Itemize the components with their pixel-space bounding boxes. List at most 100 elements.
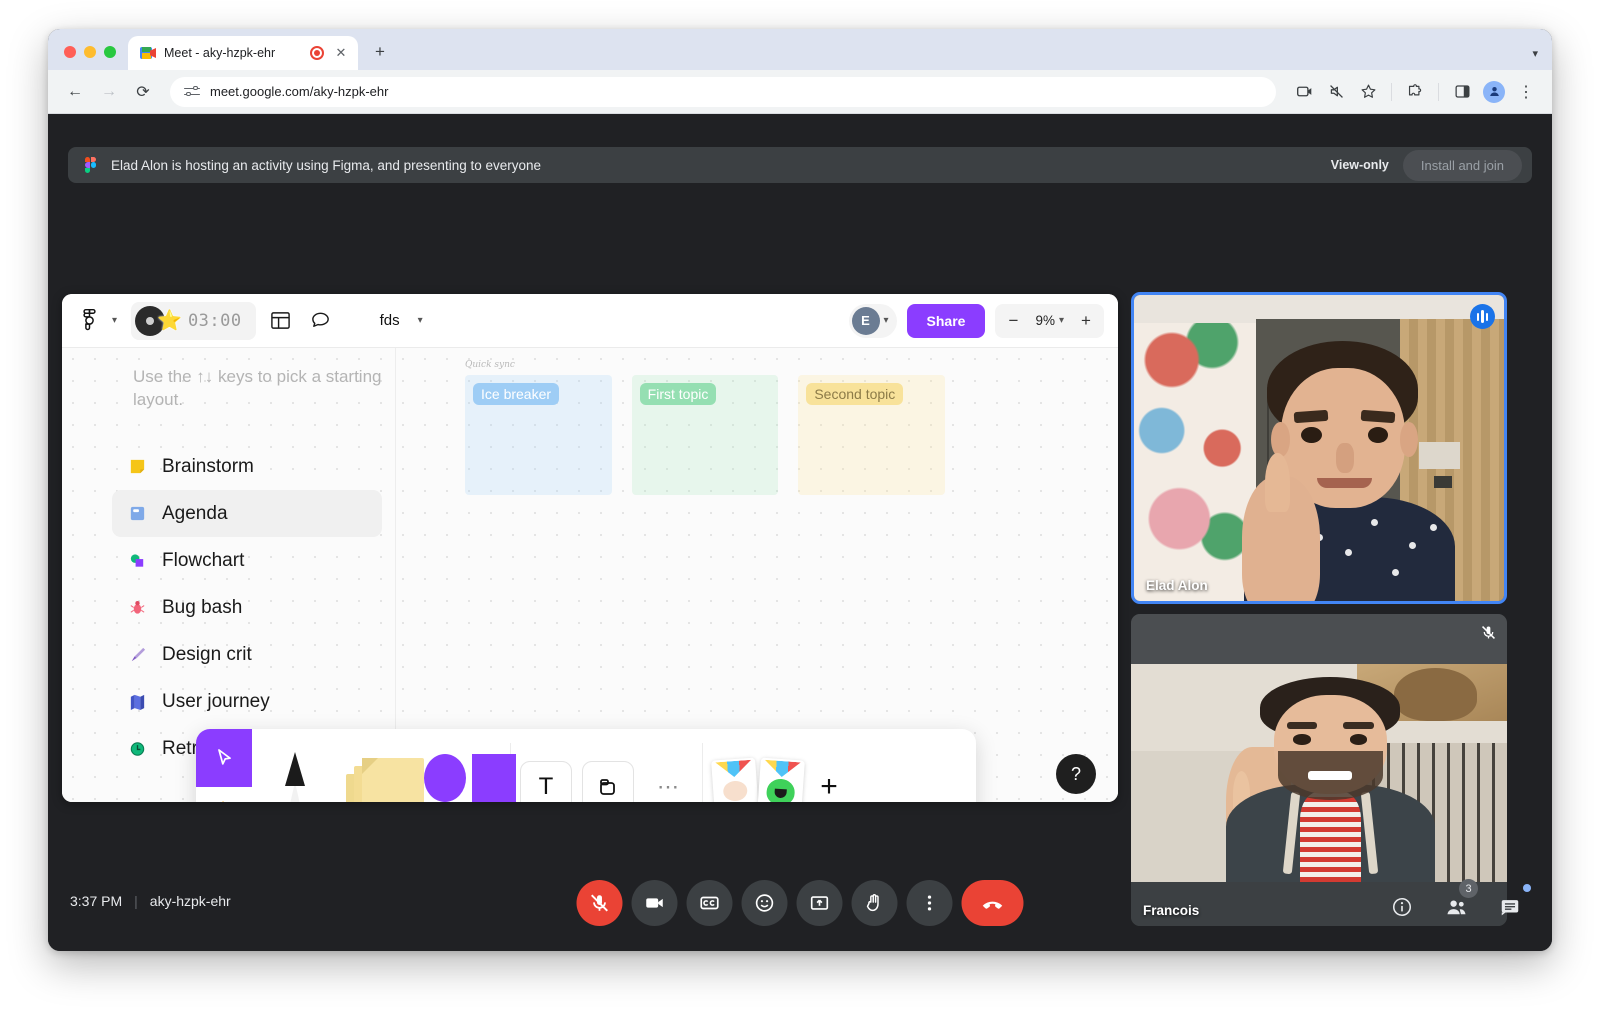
meeting-details-button[interactable]	[1382, 887, 1422, 927]
bug-icon	[126, 597, 148, 619]
cursor-arrow-icon[interactable]	[196, 729, 252, 787]
figma-menu-chevron-down-icon[interactable]: ▾	[112, 315, 117, 326]
figma-toolbar-right: E ▾ Share − 9% ▾ +	[848, 303, 1104, 338]
file-chevron-down-icon[interactable]: ▾	[418, 315, 423, 326]
more-options-button[interactable]	[906, 880, 953, 926]
shapes-icon[interactable]: ↷	[424, 729, 516, 802]
drawing-tools-group: ↷	[252, 729, 516, 802]
template-item-user-journey[interactable]: User journey	[112, 678, 382, 725]
media-cast-icon[interactable]	[1290, 78, 1318, 106]
participant-tile-elad-alon[interactable]: Elad Alon	[1131, 292, 1507, 604]
camera-button[interactable]	[631, 880, 678, 926]
recording-tab-icon[interactable]	[310, 46, 324, 60]
minimize-window-button[interactable]	[84, 46, 96, 58]
participants-button[interactable]: 3	[1436, 879, 1478, 927]
activity-banner: Elad Alon is hosting an activity using F…	[68, 147, 1532, 183]
new-tab-button[interactable]: +	[366, 38, 394, 66]
comment-bubble-icon[interactable]	[306, 306, 336, 336]
template-item-bug-bash[interactable]: Bug bash	[112, 584, 382, 631]
share-button[interactable]: Share	[906, 303, 986, 338]
figma-canvas[interactable]: Use the ↑↓ keys to pick a starting layou…	[62, 348, 1118, 802]
template-item-design-crit[interactable]: Design crit	[112, 631, 382, 678]
participants-count-badge: 3	[1459, 879, 1478, 898]
template-label: Bug bash	[162, 596, 243, 618]
chat-button[interactable]	[1490, 884, 1531, 927]
zoom-out-button[interactable]: −	[995, 304, 1031, 338]
google-meet-favicon	[140, 46, 156, 60]
microphone-off-button[interactable]	[576, 880, 623, 926]
figma-icon	[82, 156, 99, 174]
agenda-board-preview[interactable]: Quick sync Ice breaker First topic Secon…	[465, 360, 946, 495]
agenda-columns: Ice breaker First topic Second topic	[465, 375, 946, 495]
figma-tool-palette: ✋	[196, 729, 976, 802]
back-button[interactable]: ←	[60, 77, 90, 107]
help-button[interactable]: ?	[1056, 754, 1096, 794]
view-only-label: View-only	[1330, 158, 1389, 172]
browser-toolbar: ← → ⟳ meet.google.com/aky-hzpk-ehr ⋮	[48, 70, 1552, 114]
zoom-in-button[interactable]: +	[1068, 304, 1104, 338]
side-panel-icon[interactable]	[1448, 78, 1476, 106]
add-plus-icon[interactable]: +	[805, 763, 853, 803]
agenda-column[interactable]: Second topic	[798, 375, 946, 495]
zoom-chevron-down-icon[interactable]: ▾	[1059, 315, 1064, 326]
template-item-agenda[interactable]: Agenda	[112, 490, 382, 537]
mute-tab-icon[interactable]	[1322, 78, 1350, 106]
stamps-icon[interactable]	[711, 757, 759, 802]
tab-list-chevron-icon[interactable]: ▾	[1532, 47, 1552, 70]
browser-tab[interactable]: Meet - aky-hzpk-ehr ✕	[128, 36, 358, 70]
agenda-column[interactable]: Ice breaker	[465, 375, 612, 495]
banner-text: Elad Alon is hosting an activity using F…	[111, 157, 542, 173]
address-bar[interactable]: meet.google.com/aky-hzpk-ehr	[170, 76, 1276, 107]
url-text: meet.google.com/aky-hzpk-ehr	[210, 84, 389, 99]
agenda-column[interactable]: First topic	[631, 375, 779, 495]
hand-pan-icon[interactable]: ✋	[196, 786, 252, 802]
reload-button[interactable]: ⟳	[128, 77, 158, 107]
toolbar-divider-2	[1438, 82, 1439, 101]
avatar-chevron-down-icon[interactable]: ▾	[884, 315, 889, 326]
text-tool-icon[interactable]: T	[520, 760, 572, 802]
marker-pen-icon[interactable]	[252, 729, 338, 802]
leave-call-button[interactable]	[961, 880, 1024, 926]
site-settings-icon[interactable]	[184, 85, 200, 99]
google-meet-app: Elad Alon is hosting an activity using F…	[48, 114, 1552, 951]
present-button[interactable]	[796, 880, 843, 926]
column-chip-label: Second topic	[806, 383, 904, 405]
sticky-notes-icon[interactable]	[338, 729, 424, 802]
reactions-button[interactable]	[741, 880, 788, 926]
zoom-level-value: 9%	[1035, 313, 1055, 328]
template-item-flowchart[interactable]: Flowchart	[112, 537, 382, 584]
forward-button[interactable]: →	[94, 77, 124, 107]
template-label: Flowchart	[162, 549, 245, 571]
template-label: Design crit	[162, 643, 252, 665]
template-item-brainstorm[interactable]: Brainstorm	[112, 443, 382, 490]
captions-button[interactable]	[686, 880, 733, 926]
more-options-icon[interactable]: ⋯	[639, 774, 698, 800]
close-window-button[interactable]	[64, 46, 76, 58]
install-and-join-button[interactable]: Install and join	[1402, 149, 1522, 181]
column-chip-label: First topic	[639, 383, 717, 405]
maximize-window-button[interactable]	[104, 46, 116, 58]
info-separator: |	[134, 893, 138, 909]
stamps-icon-2[interactable]	[757, 757, 805, 802]
extensions-puzzle-icon[interactable]	[1401, 78, 1429, 106]
bookmark-star-icon[interactable]	[1354, 78, 1382, 106]
layout-panel-icon[interactable]	[266, 306, 296, 336]
participant-name: Elad Alon	[1146, 578, 1208, 593]
close-tab-button[interactable]: ✕	[332, 44, 350, 62]
chrome-menu-icon[interactable]: ⋮	[1512, 78, 1540, 106]
figma-toolbar: ▾ ⭐ 03:00 fds ▾ E ▾ Share − 9% ▾ +	[62, 294, 1118, 348]
sticky-note-icon	[126, 456, 148, 478]
avatar: E	[851, 306, 880, 335]
timer-widget[interactable]: ⭐ 03:00	[131, 301, 256, 340]
presence-avatars[interactable]: E ▾	[848, 303, 897, 338]
text-section-group: T ⋯	[511, 729, 702, 802]
raise-hand-button[interactable]	[851, 880, 898, 926]
meet-right-controls: 3	[1382, 879, 1531, 927]
mic-off-icon	[1480, 624, 1497, 646]
figma-file-name[interactable]: fds	[380, 312, 400, 329]
figma-logo-icon[interactable]	[76, 308, 102, 334]
section-frame-icon[interactable]	[582, 760, 634, 802]
profile-avatar-icon[interactable]	[1480, 78, 1508, 106]
zoom-level[interactable]: 9% ▾	[1031, 313, 1068, 328]
star-icon: ⭐	[157, 310, 182, 332]
